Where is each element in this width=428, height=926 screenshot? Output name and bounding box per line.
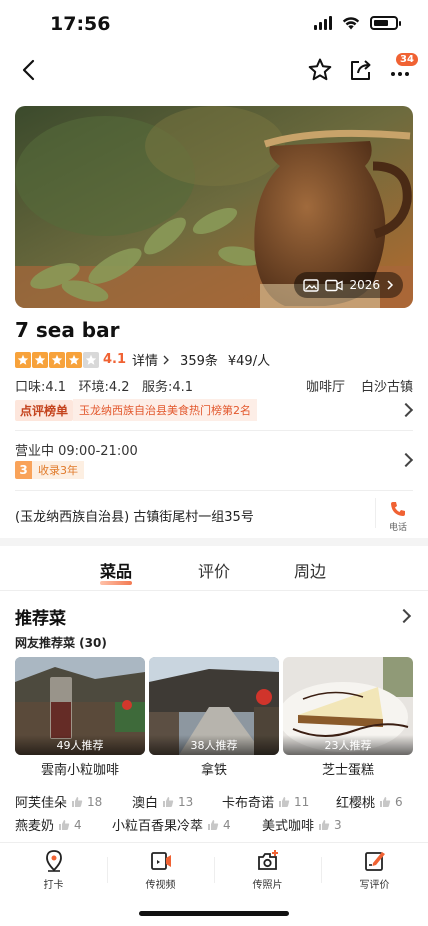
thumbs-up-icon [319,819,330,830]
home-indicator [139,911,289,916]
hero-photo[interactable]: 2026 [15,106,413,308]
battery-icon [370,16,401,30]
dish-name[interactable]: 雲南小粒咖啡 [15,759,145,778]
upload-video-button[interactable]: 传视频 [107,849,214,891]
chevron-right-icon [163,355,169,364]
thumbs-up-icon [163,796,174,807]
section-title: 推荐菜 [15,609,66,629]
star-rating [15,351,99,368]
tab-dishes[interactable]: 菜品 [100,558,133,585]
dish-tag[interactable]: 卡布奇诺 11 [222,792,309,812]
video-upload-icon [150,852,171,870]
area-label: 白沙古镇 [360,380,413,395]
category-label: 咖啡厅 [305,380,345,395]
phone-label: 电话 [388,523,407,533]
star-icon [32,351,48,368]
ranking-text: 玉龙纳西族自治县美食热门榜第2名 [73,399,258,421]
address-text[interactable]: (玉龙纳西族自治县) 古镇街尾村一组35号 [15,506,254,525]
thumbs-up-icon [72,796,83,807]
image-icon [303,278,320,292]
listed-years-badge: 3 收录3年 [15,461,84,479]
dish-card[interactable]: 23人推荐 [283,657,413,755]
write-review-button[interactable]: 写评价 [321,849,428,891]
tab-nearby[interactable]: 周边 [294,558,326,582]
status-time: 17:56 [50,13,111,35]
section-separator [0,538,428,546]
chevron-right-icon [398,402,414,418]
thumbs-up-icon [279,796,290,807]
dish-tag[interactable]: 美式咖啡 3 [262,815,342,835]
divider [375,498,376,528]
favorite-star-icon[interactable] [306,56,334,84]
signal-icon [314,16,332,30]
divider [15,430,413,431]
notification-badge: 34 [396,53,418,66]
thumbs-up-icon [59,819,70,830]
chevron-right-icon[interactable] [396,608,412,624]
dish-tag[interactable]: 阿芙佳朵 18 [15,792,102,812]
divider [0,590,428,591]
status-bar: 17:56 [0,0,428,50]
chevron-right-icon[interactable] [398,452,414,468]
chevron-right-icon [387,280,394,290]
location-icon [45,850,62,872]
ranking-tag: 点评榜单 [15,399,74,421]
thumbs-up-icon [380,796,391,807]
shop-name: 7 sea bar [15,318,120,342]
dish-tag[interactable]: 澳白 13 [132,792,193,812]
star-icon [66,351,82,368]
dish-card[interactable]: 49人推荐 [15,657,145,755]
tab-reviews[interactable]: 评价 [198,558,230,582]
recommend-count: 49人推荐 [15,735,145,755]
dish-name[interactable]: 芝士蛋糕 [283,759,413,778]
upload-photo-button[interactable]: 传照片 [214,849,321,891]
dish-tag[interactable]: 小粒百香果冷萃 4 [112,815,231,835]
taste-score: 口味:4.1 [15,380,67,395]
recommend-count: 38人推荐 [149,735,279,755]
business-hours[interactable]: 营业中 09:00-21:00 [15,440,138,459]
star-icon [83,351,99,368]
phone-button[interactable]: 电话 [384,500,412,533]
dish-card[interactable]: 38人推荐 [149,657,279,755]
price-per-person: ¥49/人 [227,354,271,369]
phone-icon [391,502,405,516]
service-score: 服务:4.1 [141,380,193,395]
thumbs-up-icon [208,819,219,830]
dish-tag[interactable]: 红樱桃 6 [336,792,403,812]
media-count: 2026 [349,278,380,292]
camera-upload-icon [257,850,278,870]
dish-name[interactable]: 拿铁 [149,759,279,778]
video-icon [325,279,344,291]
section-subtitle: 网友推荐菜 (30) [15,636,107,650]
share-icon[interactable] [347,56,375,84]
environment-score: 环境:4.2 [78,380,130,395]
details-link[interactable]: 详情 [132,350,158,369]
media-count-pill[interactable]: 2026 [294,272,403,298]
content-tabs: 菜品 评价 周边 [0,546,428,590]
write-review-icon [364,852,385,871]
checkin-button[interactable]: 打卡 [0,849,107,891]
rating-row[interactable]: 4.1 详情 359条 ¥49/人 [15,350,270,369]
back-icon[interactable] [16,56,44,84]
star-icon [15,351,31,368]
rating-score: 4.1 [103,352,127,367]
review-count: 359条 [180,354,218,369]
sub-scores-row: 口味:4.1 环境:4.2 服务:4.1 咖啡厅 白沙古镇 [15,376,413,395]
dish-tag[interactable]: 燕麦奶 4 [15,815,82,835]
star-icon [49,351,65,368]
recommend-count: 23人推荐 [283,735,413,755]
divider [15,490,413,491]
wifi-icon [342,17,360,30]
top-nav [0,50,428,90]
ranking-row[interactable]: 点评榜单 玉龙纳西族自治县美食热门榜第2名 [15,399,414,421]
